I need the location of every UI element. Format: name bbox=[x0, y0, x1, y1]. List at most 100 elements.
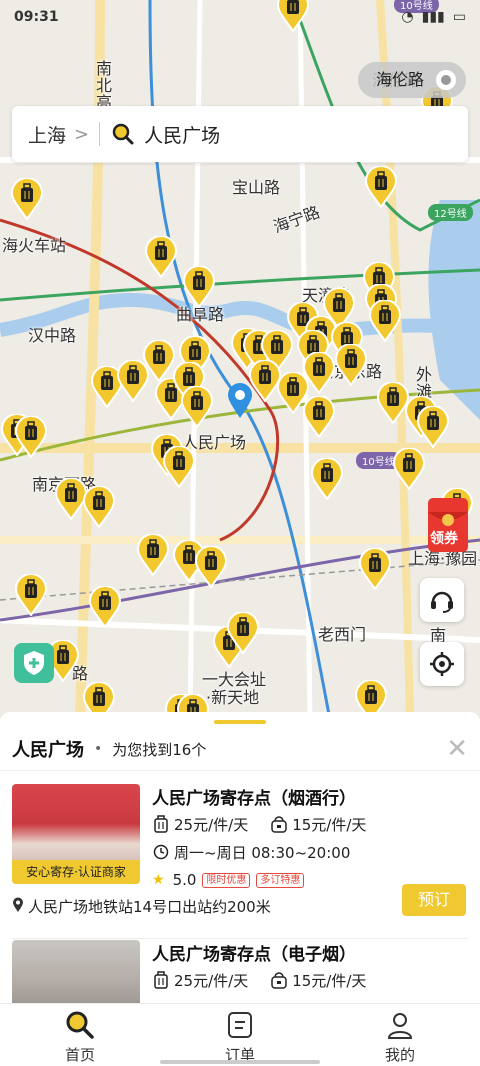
price-row: 25元/件/天 15元/件/天 bbox=[152, 966, 468, 994]
search-icon bbox=[66, 1011, 94, 1039]
map-label-baoshan: 宝山路 bbox=[232, 178, 281, 197]
storage-pin-icon[interactable] bbox=[358, 548, 392, 590]
storage-pin-icon[interactable] bbox=[136, 534, 170, 576]
storage-pin-icon[interactable] bbox=[10, 178, 44, 220]
search-divider bbox=[99, 122, 101, 146]
status-time: 09:31 bbox=[14, 9, 59, 25]
storage-pin-icon[interactable] bbox=[334, 344, 368, 386]
map-label-train-station: 海火车站 bbox=[2, 236, 67, 255]
sheet-handle[interactable] bbox=[214, 720, 266, 724]
certified-tag: 安心寄存·认证商家 bbox=[12, 860, 140, 884]
tab-label: 首页 bbox=[64, 1046, 95, 1064]
tab-profile[interactable]: 我的 bbox=[320, 1004, 480, 1066]
small-bag-price: 15元/件/天 bbox=[292, 971, 367, 990]
map-area-chip[interactable]: 海伦路 bbox=[357, 62, 466, 98]
storage-pin-icon[interactable] bbox=[88, 586, 122, 628]
map-label-nanbeigao: 南北高 bbox=[93, 60, 112, 111]
suitcase-icon bbox=[152, 815, 170, 833]
chip-ring-icon bbox=[436, 70, 456, 90]
storage-pin-icon[interactable] bbox=[116, 360, 150, 402]
results-sheet[interactable]: 人民广场 • 为您找到16个 ✕ 安心寄存·认证商家 人民广场寄存点（烟酒行） … bbox=[0, 712, 480, 1004]
tab-orders[interactable]: 订单 bbox=[160, 1004, 320, 1066]
storage-pin-icon[interactable] bbox=[180, 386, 214, 428]
storage-pin-icon[interactable] bbox=[14, 416, 48, 458]
storage-pin-icon[interactable] bbox=[182, 266, 216, 308]
bag-icon bbox=[270, 815, 288, 833]
sheet-separator: • bbox=[94, 741, 103, 757]
storage-pin-icon[interactable] bbox=[364, 166, 398, 208]
storage-pin-icon[interactable] bbox=[302, 396, 336, 438]
crosshair-icon bbox=[430, 652, 454, 676]
storage-pin-icon[interactable] bbox=[14, 574, 48, 616]
large-bag-price: 25元/件/天 bbox=[174, 815, 249, 834]
city-selector[interactable]: 上海 bbox=[28, 121, 66, 148]
status-bar: 09:31 ◔ ▮▮▮ ▭ bbox=[0, 0, 480, 34]
storage-pin-icon[interactable] bbox=[416, 406, 450, 448]
rating-value: 5.0 bbox=[172, 871, 197, 889]
large-bag-price: 25元/件/天 bbox=[174, 971, 249, 990]
business-hours: 周一~周日 08:30~20:00 bbox=[174, 843, 351, 862]
insurance-button[interactable] bbox=[14, 643, 54, 683]
tab-label: 我的 bbox=[384, 1046, 415, 1064]
close-icon[interactable]: ✕ bbox=[446, 736, 468, 762]
storage-pin-icon[interactable] bbox=[144, 236, 178, 278]
locate-button[interactable] bbox=[420, 642, 464, 686]
store-info: 人民广场寄存点（烟酒行） 25元/件/天 15元/件/天 周一~周日 08:30… bbox=[152, 784, 468, 894]
sheet-divider bbox=[0, 770, 480, 771]
storage-pin-icon[interactable] bbox=[82, 486, 116, 528]
headset-icon bbox=[431, 591, 453, 613]
location-pin-icon bbox=[228, 383, 252, 418]
battery-icon: ▭ bbox=[452, 9, 466, 25]
search-input[interactable]: 人民广场 bbox=[144, 121, 220, 148]
price-row: 25元/件/天 15元/件/天 bbox=[152, 810, 468, 838]
storage-pin-icon[interactable] bbox=[162, 446, 196, 488]
store-info: 人民广场寄存点（电子烟） 25元/件/天 15元/件/天 bbox=[152, 940, 468, 994]
clock-icon bbox=[152, 844, 170, 860]
map-label-hanzhong: 汉中路 bbox=[28, 326, 77, 345]
wifi-icon: ◔ bbox=[401, 9, 414, 25]
store-photo bbox=[12, 940, 140, 1004]
status-icons: ◔ ▮▮▮ ▭ bbox=[401, 9, 466, 25]
tab-home[interactable]: 首页 bbox=[0, 1004, 160, 1066]
store-name: 人民广场寄存点（烟酒行） bbox=[152, 789, 356, 809]
signal-icon: ▮▮▮ bbox=[421, 9, 445, 25]
card-divider bbox=[12, 938, 468, 939]
store-photo: 安心寄存·认证商家 bbox=[12, 784, 140, 884]
address-row: 人民广场地铁站14号口出站约200米 bbox=[12, 896, 271, 917]
city-chevron-icon: > bbox=[74, 123, 90, 145]
suitcase-icon bbox=[152, 971, 170, 989]
storage-pin-icon[interactable] bbox=[194, 546, 228, 588]
result-count: 为您找到16个 bbox=[112, 740, 207, 759]
map-label-laoximen: 老西门 bbox=[318, 625, 367, 644]
list-item[interactable]: 安心寄存·认证商家 人民广场寄存点（烟酒行） 25元/件/天 15元/件/天 周… bbox=[12, 784, 468, 930]
list-item[interactable]: 人民广场寄存点（电子烟） 25元/件/天 15元/件/天 bbox=[12, 940, 468, 1004]
chip-label: 海伦路 bbox=[375, 70, 424, 89]
promo-badge: 多订特惠 bbox=[256, 872, 305, 888]
app-screen: 海伦路 南北高 宝山路 海宁路 海火车站 12号线 10号线 天潼路 曲阜路 汉… bbox=[0, 0, 480, 1066]
storage-pin-icon[interactable] bbox=[310, 458, 344, 500]
sheet-header: 人民广场 • 为您找到16个 ✕ bbox=[12, 736, 468, 762]
storage-pin-icon[interactable] bbox=[368, 300, 402, 342]
promo-badge: 限时优惠 bbox=[202, 872, 251, 888]
storage-pin-icon[interactable] bbox=[226, 612, 260, 654]
map-label-waitan: 外滩 bbox=[413, 366, 432, 400]
storage-pin-icon[interactable] bbox=[392, 448, 426, 490]
coupon-label: 领券 bbox=[430, 531, 458, 547]
map-marker-icon bbox=[12, 897, 24, 917]
star-icon: ★ bbox=[152, 872, 165, 888]
hours-row: 周一~周日 08:30~20:00 bbox=[152, 838, 468, 866]
coupon-button[interactable]: 领券 bbox=[422, 494, 474, 556]
store-name: 人民广场寄存点（电子烟） bbox=[152, 945, 356, 965]
shield-plus-icon bbox=[24, 651, 44, 675]
sheet-title: 人民广场 bbox=[12, 740, 84, 761]
small-bag-price: 15元/件/天 bbox=[292, 815, 367, 834]
search-bar[interactable]: 上海 > 人民广场 bbox=[12, 106, 468, 162]
map-badge-line12: 12号线 bbox=[428, 204, 473, 221]
home-indicator bbox=[160, 1060, 320, 1064]
customer-service-button[interactable] bbox=[420, 578, 464, 622]
person-icon bbox=[387, 1013, 413, 1039]
book-button[interactable]: 预订 bbox=[402, 884, 466, 916]
store-address: 人民广场地铁站14号口出站约200米 bbox=[28, 898, 271, 916]
tab-bar: 首页 订单 我的 bbox=[0, 1003, 480, 1066]
bag-icon bbox=[270, 971, 288, 989]
